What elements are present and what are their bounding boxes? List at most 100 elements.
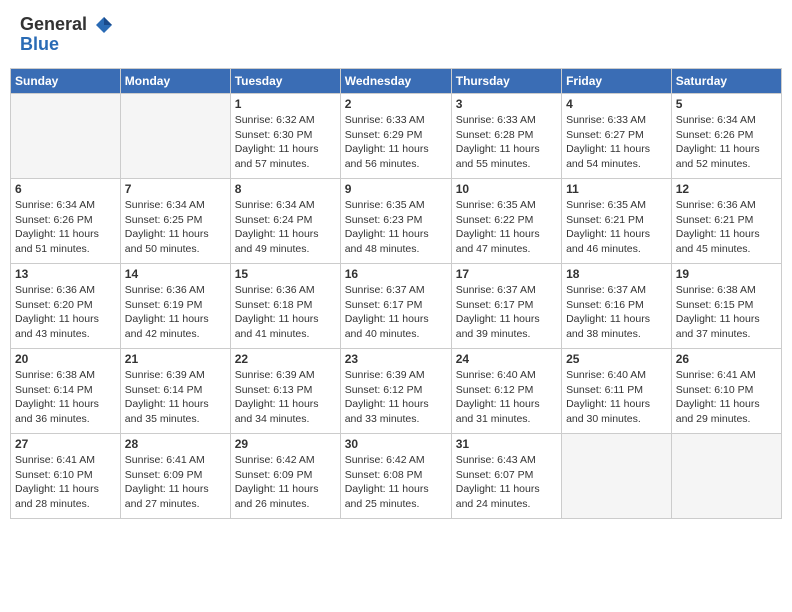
day-number: 3 <box>456 97 557 111</box>
weekday-header-wednesday: Wednesday <box>340 69 451 94</box>
calendar-cell: 2 Sunrise: 6:33 AM Sunset: 6:29 PM Daylig… <box>340 94 451 179</box>
day-number: 12 <box>676 182 777 196</box>
logo-general: General <box>20 14 87 34</box>
day-info: Sunrise: 6:41 AM Sunset: 6:09 PM Dayligh… <box>125 453 226 512</box>
day-number: 11 <box>566 182 667 196</box>
day-info: Sunrise: 6:38 AM Sunset: 6:14 PM Dayligh… <box>15 368 116 427</box>
day-number: 15 <box>235 267 336 281</box>
day-number: 26 <box>676 352 777 366</box>
day-info: Sunrise: 6:33 AM Sunset: 6:28 PM Dayligh… <box>456 113 557 172</box>
calendar-cell: 13 Sunrise: 6:36 AM Sunset: 6:20 PM Dayli… <box>11 264 121 349</box>
day-info: Sunrise: 6:36 AM Sunset: 6:18 PM Dayligh… <box>235 283 336 342</box>
day-number: 21 <box>125 352 226 366</box>
calendar-cell: 11 Sunrise: 6:35 AM Sunset: 6:21 PM Dayli… <box>562 179 672 264</box>
calendar-cell: 10 Sunrise: 6:35 AM Sunset: 6:22 PM Dayli… <box>451 179 561 264</box>
day-number: 18 <box>566 267 667 281</box>
day-info: Sunrise: 6:36 AM Sunset: 6:20 PM Dayligh… <box>15 283 116 342</box>
day-number: 17 <box>456 267 557 281</box>
calendar-cell: 15 Sunrise: 6:36 AM Sunset: 6:18 PM Dayli… <box>230 264 340 349</box>
day-number: 25 <box>566 352 667 366</box>
calendar-cell: 14 Sunrise: 6:36 AM Sunset: 6:19 PM Dayli… <box>120 264 230 349</box>
calendar-cell: 27 Sunrise: 6:41 AM Sunset: 6:10 PM Dayli… <box>11 434 121 519</box>
day-info: Sunrise: 6:40 AM Sunset: 6:11 PM Dayligh… <box>566 368 667 427</box>
day-info: Sunrise: 6:35 AM Sunset: 6:21 PM Dayligh… <box>566 198 667 257</box>
weekday-header-monday: Monday <box>120 69 230 94</box>
calendar-cell: 24 Sunrise: 6:40 AM Sunset: 6:12 PM Dayli… <box>451 349 561 434</box>
calendar-cell: 29 Sunrise: 6:42 AM Sunset: 6:09 PM Dayli… <box>230 434 340 519</box>
day-number: 30 <box>345 437 447 451</box>
day-number: 13 <box>15 267 116 281</box>
week-row-1: 1 Sunrise: 6:32 AM Sunset: 6:30 PM Daylig… <box>11 94 782 179</box>
day-info: Sunrise: 6:37 AM Sunset: 6:16 PM Dayligh… <box>566 283 667 342</box>
calendar-cell: 28 Sunrise: 6:41 AM Sunset: 6:09 PM Dayli… <box>120 434 230 519</box>
day-number: 29 <box>235 437 336 451</box>
calendar-cell: 17 Sunrise: 6:37 AM Sunset: 6:17 PM Dayli… <box>451 264 561 349</box>
calendar-cell: 26 Sunrise: 6:41 AM Sunset: 6:10 PM Dayli… <box>671 349 781 434</box>
day-number: 7 <box>125 182 226 196</box>
day-info: Sunrise: 6:43 AM Sunset: 6:07 PM Dayligh… <box>456 453 557 512</box>
week-row-3: 13 Sunrise: 6:36 AM Sunset: 6:20 PM Dayli… <box>11 264 782 349</box>
calendar-cell: 19 Sunrise: 6:38 AM Sunset: 6:15 PM Dayli… <box>671 264 781 349</box>
week-row-2: 6Sunrise: 6:34 AM Sunset: 6:26 PM Daylig… <box>11 179 782 264</box>
calendar-cell: 7 Sunrise: 6:34 AM Sunset: 6:25 PM Daylig… <box>120 179 230 264</box>
day-info: Sunrise: 6:34 AM Sunset: 6:26 PM Dayligh… <box>676 113 777 172</box>
day-number: 22 <box>235 352 336 366</box>
calendar-cell: 20Sunrise: 6:38 AM Sunset: 6:14 PM Dayli… <box>11 349 121 434</box>
logo-blue: Blue <box>20 34 59 54</box>
day-info: Sunrise: 6:35 AM Sunset: 6:22 PM Dayligh… <box>456 198 557 257</box>
day-info: Sunrise: 6:34 AM Sunset: 6:25 PM Dayligh… <box>125 198 226 257</box>
calendar-table: SundayMondayTuesdayWednesdayThursdayFrid… <box>10 68 782 519</box>
day-info: Sunrise: 6:38 AM Sunset: 6:15 PM Dayligh… <box>676 283 777 342</box>
calendar-cell: 16Sunrise: 6:37 AM Sunset: 6:17 PM Dayli… <box>340 264 451 349</box>
day-info: Sunrise: 6:41 AM Sunset: 6:10 PM Dayligh… <box>676 368 777 427</box>
day-info: Sunrise: 6:39 AM Sunset: 6:12 PM Dayligh… <box>345 368 447 427</box>
day-number: 8 <box>235 182 336 196</box>
page-header: General Blue <box>10 10 782 60</box>
calendar-cell: 18 Sunrise: 6:37 AM Sunset: 6:16 PM Dayli… <box>562 264 672 349</box>
day-number: 28 <box>125 437 226 451</box>
calendar-cell: 9Sunrise: 6:35 AM Sunset: 6:23 PM Daylig… <box>340 179 451 264</box>
day-number: 16 <box>345 267 447 281</box>
calendar-cell: 31 Sunrise: 6:43 AM Sunset: 6:07 PM Dayli… <box>451 434 561 519</box>
day-number: 4 <box>566 97 667 111</box>
day-number: 1 <box>235 97 336 111</box>
calendar-cell: 8Sunrise: 6:34 AM Sunset: 6:24 PM Daylig… <box>230 179 340 264</box>
day-number: 19 <box>676 267 777 281</box>
day-info: Sunrise: 6:41 AM Sunset: 6:10 PM Dayligh… <box>15 453 116 512</box>
calendar-cell: 12 Sunrise: 6:36 AM Sunset: 6:21 PM Dayli… <box>671 179 781 264</box>
calendar-cell: 4Sunrise: 6:33 AM Sunset: 6:27 PM Daylig… <box>562 94 672 179</box>
day-info: Sunrise: 6:33 AM Sunset: 6:29 PM Dayligh… <box>345 113 447 172</box>
day-info: Sunrise: 6:42 AM Sunset: 6:09 PM Dayligh… <box>235 453 336 512</box>
day-info: Sunrise: 6:34 AM Sunset: 6:26 PM Dayligh… <box>15 198 116 257</box>
weekday-header-saturday: Saturday <box>671 69 781 94</box>
calendar-cell <box>11 94 121 179</box>
day-number: 14 <box>125 267 226 281</box>
day-number: 10 <box>456 182 557 196</box>
weekday-header-tuesday: Tuesday <box>230 69 340 94</box>
week-row-4: 20Sunrise: 6:38 AM Sunset: 6:14 PM Dayli… <box>11 349 782 434</box>
day-number: 23 <box>345 352 447 366</box>
calendar-cell <box>562 434 672 519</box>
day-number: 31 <box>456 437 557 451</box>
day-number: 5 <box>676 97 777 111</box>
day-info: Sunrise: 6:32 AM Sunset: 6:30 PM Dayligh… <box>235 113 336 172</box>
day-number: 24 <box>456 352 557 366</box>
calendar-cell: 21 Sunrise: 6:39 AM Sunset: 6:14 PM Dayli… <box>120 349 230 434</box>
calendar-cell: 5 Sunrise: 6:34 AM Sunset: 6:26 PM Daylig… <box>671 94 781 179</box>
weekday-header-friday: Friday <box>562 69 672 94</box>
day-info: Sunrise: 6:40 AM Sunset: 6:12 PM Dayligh… <box>456 368 557 427</box>
calendar-cell: 1 Sunrise: 6:32 AM Sunset: 6:30 PM Daylig… <box>230 94 340 179</box>
day-info: Sunrise: 6:37 AM Sunset: 6:17 PM Dayligh… <box>456 283 557 342</box>
calendar-cell: 6Sunrise: 6:34 AM Sunset: 6:26 PM Daylig… <box>11 179 121 264</box>
day-info: Sunrise: 6:39 AM Sunset: 6:13 PM Dayligh… <box>235 368 336 427</box>
calendar-cell: 30Sunrise: 6:42 AM Sunset: 6:08 PM Dayli… <box>340 434 451 519</box>
day-info: Sunrise: 6:36 AM Sunset: 6:19 PM Dayligh… <box>125 283 226 342</box>
calendar-cell <box>120 94 230 179</box>
calendar-cell: 25 Sunrise: 6:40 AM Sunset: 6:11 PM Dayli… <box>562 349 672 434</box>
day-info: Sunrise: 6:36 AM Sunset: 6:21 PM Dayligh… <box>676 198 777 257</box>
day-number: 27 <box>15 437 116 451</box>
day-number: 2 <box>345 97 447 111</box>
logo: General Blue <box>20 15 114 55</box>
day-info: Sunrise: 6:39 AM Sunset: 6:14 PM Dayligh… <box>125 368 226 427</box>
calendar-cell: 23 Sunrise: 6:39 AM Sunset: 6:12 PM Dayli… <box>340 349 451 434</box>
